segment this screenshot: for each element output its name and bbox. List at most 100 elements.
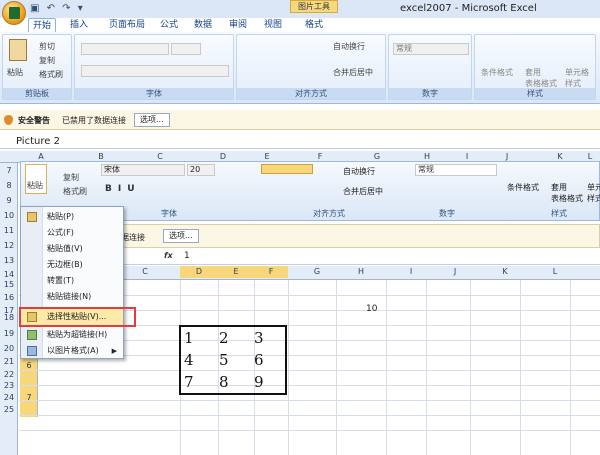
- alignment-label-2: 对齐方式: [313, 209, 345, 218]
- autowrap-button-2[interactable]: 自动换行: [343, 166, 375, 177]
- number-group: 常规 数字: [388, 34, 472, 100]
- cell-style-button[interactable]: 单元格 样式: [565, 67, 589, 89]
- fx-icon: fx: [164, 251, 173, 260]
- alignment-group: 自动换行 合并后居中 对齐方式: [236, 34, 386, 100]
- font-format-row-2[interactable]: BIU: [105, 184, 255, 198]
- number-label: 数字: [389, 88, 471, 99]
- styles-label: 样式: [475, 88, 595, 99]
- formula-bar: Picture 2: [0, 135, 600, 149]
- row-16[interactable]: 16: [0, 293, 18, 302]
- tab-insert[interactable]: 插入: [66, 18, 92, 32]
- row-13[interactable]: 13: [0, 256, 18, 265]
- format-painter-button[interactable]: 格式刷: [39, 69, 63, 80]
- tab-data[interactable]: 数据: [190, 18, 216, 32]
- col2-g[interactable]: G: [302, 266, 332, 278]
- number-format-box[interactable]: 常规: [393, 43, 469, 55]
- format-painter-button-2[interactable]: 格式刷: [63, 186, 87, 197]
- grid-cell: 4: [184, 351, 194, 369]
- merge-button-2[interactable]: 合并后居中: [343, 186, 383, 197]
- col2-l[interactable]: L: [540, 266, 570, 278]
- merge-button[interactable]: 合并后居中: [333, 67, 373, 78]
- copy-button[interactable]: 复制: [39, 55, 55, 66]
- row-header: 7 8 9 10 11 12 13 14 15 16 17 18 19 20 2…: [0, 163, 18, 455]
- row-20[interactable]: 20: [0, 344, 18, 353]
- row-24[interactable]: 24: [0, 393, 18, 402]
- alignment-highlight[interactable]: [261, 164, 313, 174]
- row-23[interactable]: 23: [0, 381, 18, 390]
- grid-cell: 2: [219, 329, 229, 347]
- paste-label-2[interactable]: 粘贴: [27, 180, 43, 191]
- menu-item-no-borders[interactable]: 无边框(B): [21, 257, 123, 273]
- menu-item-paste-link[interactable]: 粘贴链接(N): [21, 289, 123, 305]
- col2-d[interactable]: D: [180, 266, 218, 278]
- window-title: excel2007 - Microsoft Excel: [400, 3, 537, 14]
- col2-f[interactable]: F: [254, 266, 288, 278]
- menu-item-transpose[interactable]: 转置(T): [21, 273, 123, 289]
- number-format-box-2[interactable]: 常规: [415, 164, 497, 176]
- pasted-row-6[interactable]: 6: [20, 361, 38, 370]
- cut-button[interactable]: 剪切: [39, 41, 55, 52]
- table-format-button[interactable]: 套用 表格格式: [525, 67, 565, 89]
- quick-access-toolbar[interactable]: ▣ ↶ ↷ ▾: [30, 3, 85, 14]
- shield-icon: [4, 115, 13, 125]
- pasted-options-button[interactable]: 选项...: [163, 229, 199, 243]
- col2-h[interactable]: H: [346, 266, 376, 278]
- font-name-box-2[interactable]: 宋体: [101, 164, 185, 176]
- row-15[interactable]: 15: [0, 280, 18, 289]
- row-22[interactable]: 22: [0, 370, 18, 379]
- cell-h19[interactable]: 10: [366, 304, 377, 314]
- menu-item-paste-hyperlink[interactable]: 粘贴为超链接(H): [21, 327, 123, 343]
- copy-button-2[interactable]: 复制: [63, 172, 79, 183]
- row-8[interactable]: 8: [0, 181, 18, 190]
- tab-view[interactable]: 视图: [260, 18, 286, 32]
- tab-format[interactable]: 格式: [301, 18, 327, 32]
- cond-format-button[interactable]: 条件格式: [481, 67, 513, 78]
- tab-page-layout[interactable]: 页面布局: [105, 18, 149, 32]
- cell-style-button-2[interactable]: 单元 样式: [587, 182, 600, 204]
- col2-e[interactable]: E: [218, 266, 254, 278]
- styles-label-2: 样式: [551, 209, 567, 218]
- picture-icon: [27, 346, 37, 356]
- row-11[interactable]: 11: [0, 226, 18, 235]
- tab-review[interactable]: 审阅: [225, 18, 251, 32]
- row-7[interactable]: 7: [0, 166, 18, 175]
- tab-formulas[interactable]: 公式: [156, 18, 182, 32]
- tab-home[interactable]: 开始: [28, 18, 57, 32]
- col2-j[interactable]: J: [440, 266, 470, 278]
- office-button[interactable]: [2, 1, 26, 25]
- submenu-arrow-icon: ▶: [111, 347, 117, 355]
- col2-i[interactable]: I: [396, 266, 426, 278]
- menu-item-paste-values[interactable]: 粘贴值(V): [21, 241, 123, 257]
- table-format-button-2[interactable]: 套用 表格格式: [551, 182, 583, 204]
- paste-label[interactable]: 粘贴: [7, 67, 23, 78]
- col2-c[interactable]: C: [130, 266, 160, 278]
- options-button[interactable]: 选项...: [134, 113, 170, 127]
- font-size-box-2[interactable]: 20: [187, 164, 215, 176]
- font-format-row[interactable]: [81, 65, 229, 77]
- row-10[interactable]: 10: [0, 211, 18, 220]
- styles-group: 条件格式 套用 表格格式 单元格 样式 样式: [474, 34, 596, 100]
- col2-k[interactable]: K: [490, 266, 520, 278]
- pasted-number-grid[interactable]: 1 2 3 4 5 6 7 8 9: [179, 325, 287, 395]
- cond-format-button-2[interactable]: 条件格式: [507, 182, 539, 193]
- menu-item-formulas[interactable]: 公式(F): [21, 225, 123, 241]
- paste-icon[interactable]: [9, 39, 27, 61]
- row-19[interactable]: 19: [0, 329, 18, 338]
- security-label: 安全警告: [18, 116, 50, 125]
- name-box[interactable]: Picture 2: [0, 135, 110, 149]
- formula-value[interactable]: 1: [184, 251, 190, 261]
- grid-cell: 8: [219, 373, 229, 391]
- row-9[interactable]: 9: [0, 196, 18, 205]
- row-25[interactable]: 25: [0, 405, 18, 414]
- row-21[interactable]: 21: [0, 357, 18, 366]
- pasted-security-message: 据连接: [121, 233, 145, 242]
- row-14[interactable]: 14: [0, 270, 18, 279]
- menu-item-paste[interactable]: 粘贴(P): [21, 209, 123, 225]
- menu-item-as-picture[interactable]: 以图片格式(A) ▶: [21, 343, 123, 359]
- font-name-box[interactable]: [81, 43, 169, 55]
- row-12[interactable]: 12: [0, 241, 18, 250]
- hyperlink-icon: [27, 330, 37, 340]
- row-18[interactable]: 18: [0, 313, 18, 322]
- font-size-box[interactable]: [171, 43, 201, 55]
- autowrap-button[interactable]: 自动换行: [333, 41, 365, 52]
